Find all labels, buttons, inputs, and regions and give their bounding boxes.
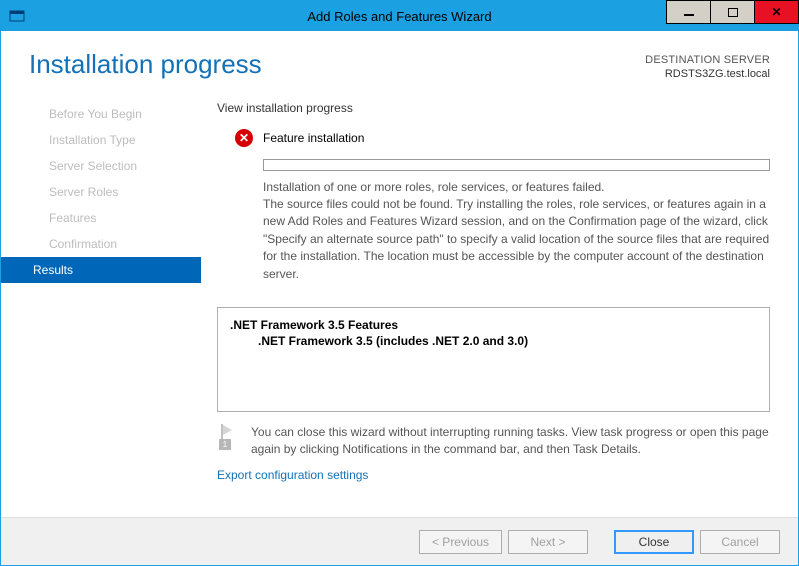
feature-list[interactable]: .NET Framework 3.5 Features .NET Framewo… <box>217 307 770 412</box>
window-controls: ✕ <box>666 1 798 31</box>
close-button[interactable]: Close <box>614 530 694 554</box>
error-message: Installation of one or more roles, role … <box>217 179 770 283</box>
header-area: Installation progress DESTINATION SERVER… <box>1 31 798 88</box>
info-row: 1 You can close this wizard without inte… <box>217 422 770 464</box>
titlebar[interactable]: Add Roles and Features Wizard ✕ <box>1 1 798 31</box>
sidebar-item-confirmation: Confirmation <box>1 231 201 257</box>
wizard-window: Add Roles and Features Wizard ✕ Installa… <box>0 0 799 566</box>
error-line1: Installation of one or more roles, role … <box>263 180 605 194</box>
sidebar-item-features: Features <box>1 205 201 231</box>
sidebar-item-before-you-begin: Before You Begin <box>1 101 201 127</box>
destination-block: DESTINATION SERVER RDSTS3ZG.test.local <box>645 53 770 82</box>
app-icon <box>9 8 25 24</box>
sidebar-item-results[interactable]: Results <box>1 257 201 283</box>
status-text: Feature installation <box>263 131 364 145</box>
wizard-body: Installation progress DESTINATION SERVER… <box>1 31 798 565</box>
export-config-link[interactable]: Export configuration settings <box>217 468 770 482</box>
maximize-button[interactable] <box>710 0 755 24</box>
sidebar-item-installation-type: Installation Type <box>1 127 201 153</box>
notification-flag-icon: 1 <box>219 424 241 448</box>
footer: < Previous Next > Close Cancel <box>1 517 798 565</box>
next-button: Next > <box>508 530 588 554</box>
flag-badge: 1 <box>219 439 231 450</box>
main-panel: View installation progress ✕ Feature ins… <box>201 88 798 517</box>
error-icon: ✕ <box>235 129 253 147</box>
sidebar-item-server-roles: Server Roles <box>1 179 201 205</box>
error-body: The source files could not be found. Try… <box>263 197 769 281</box>
sidebar-item-server-selection: Server Selection <box>1 153 201 179</box>
destination-name: RDSTS3ZG.test.local <box>645 67 770 81</box>
cancel-button: Cancel <box>700 530 780 554</box>
minimize-button[interactable] <box>666 0 711 24</box>
status-row: ✕ Feature installation <box>217 129 770 147</box>
sidebar: Before You Begin Installation Type Serve… <box>1 88 201 517</box>
content-row: Before You Begin Installation Type Serve… <box>1 88 798 517</box>
progress-bar <box>263 159 770 171</box>
previous-button: < Previous <box>419 530 502 554</box>
section-title: View installation progress <box>217 101 770 115</box>
feature-child: .NET Framework 3.5 (includes .NET 2.0 an… <box>230 334 757 348</box>
feature-parent: .NET Framework 3.5 Features <box>230 318 757 332</box>
destination-label: DESTINATION SERVER <box>645 53 770 67</box>
close-window-button[interactable]: ✕ <box>754 0 799 24</box>
page-title: Installation progress <box>29 49 262 80</box>
info-text: You can close this wizard without interr… <box>251 424 770 458</box>
